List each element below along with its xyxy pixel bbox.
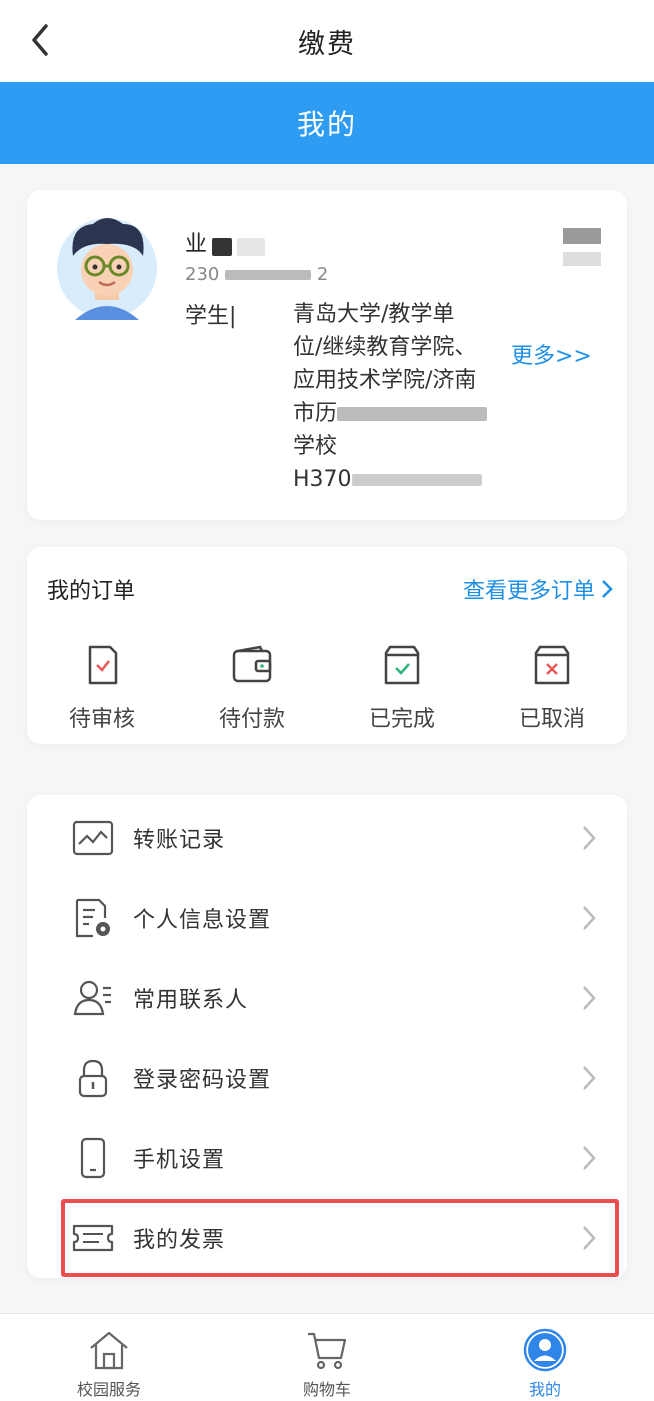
tab-mine[interactable]: 我的 xyxy=(436,1314,654,1401)
user-organization: 青岛大学/教学单 位/继续教育学院、 应用技术学院/济南 市历 学校 H370 xyxy=(293,298,513,496)
more-profile-link[interactable]: 更多>> xyxy=(511,338,592,370)
order-completed[interactable]: 已完成 xyxy=(327,643,477,733)
top-navbar: 缴费 xyxy=(0,0,654,82)
contact-icon xyxy=(73,980,111,1016)
menu-item-contacts[interactable]: 常用联系人 xyxy=(27,958,627,1038)
home-icon xyxy=(90,1331,128,1370)
redaction-mask xyxy=(563,228,603,270)
user-id: 230 2 xyxy=(185,264,329,285)
view-more-orders-link[interactable]: 查看更多订单 xyxy=(463,573,615,605)
section-header: 我的 xyxy=(0,82,654,164)
highlight-annotation xyxy=(61,1199,619,1277)
page-title: 缴费 xyxy=(298,28,356,60)
user-name: 业 xyxy=(185,226,275,257)
orders-card: 我的订单 查看更多订单 待审核 待付款 已完成 已取消 xyxy=(27,547,627,744)
chevron-left-icon xyxy=(32,24,48,56)
section-title: 我的 xyxy=(296,108,357,141)
phone-icon xyxy=(80,1137,106,1179)
avatar xyxy=(57,218,157,320)
order-cancelled[interactable]: 已取消 xyxy=(477,643,627,733)
tab-cart[interactable]: 购物车 xyxy=(218,1314,436,1401)
chevron-right-icon xyxy=(583,1146,596,1170)
redaction-mask xyxy=(225,270,312,280)
order-status-row: 待审核 待付款 已完成 已取消 xyxy=(27,643,627,733)
back-button[interactable] xyxy=(18,18,62,62)
lock-icon xyxy=(78,1059,108,1098)
profile-card: 业 230 2 学生| 青岛大学/教学单 位/继续教育学院、 应用技术学院/济南… xyxy=(27,190,627,520)
trend-chart-icon xyxy=(72,820,114,856)
orders-title: 我的订单 xyxy=(47,579,136,604)
cancelled-box-icon xyxy=(534,645,570,685)
user-icon xyxy=(523,1328,567,1372)
menu-item-login-password[interactable]: 登录密码设置 xyxy=(27,1038,627,1118)
menu-item-transfer-records[interactable]: 转账记录 xyxy=(27,798,627,878)
order-pending-review[interactable]: 待审核 xyxy=(27,643,177,733)
cart-icon xyxy=(308,1332,347,1370)
redaction-mask xyxy=(351,474,482,486)
document-gear-icon xyxy=(75,898,110,938)
pending-review-icon xyxy=(88,645,118,685)
redaction-mask xyxy=(212,237,233,256)
menu-item-phone-settings[interactable]: 手机设置 xyxy=(27,1118,627,1198)
completed-box-icon xyxy=(384,645,420,685)
redaction-mask xyxy=(237,237,266,256)
chevron-right-icon xyxy=(583,906,596,930)
wallet-icon xyxy=(232,645,272,683)
chevron-right-icon xyxy=(583,986,596,1010)
chevron-right-icon xyxy=(602,580,613,598)
user-role: 学生| xyxy=(185,304,237,329)
chevron-right-icon xyxy=(583,826,596,850)
chevron-right-icon xyxy=(583,1066,596,1090)
order-pending-payment[interactable]: 待付款 xyxy=(177,643,327,733)
bottom-tab-bar: 校园服务 购物车 我的 xyxy=(0,1313,654,1401)
tab-campus-services[interactable]: 校园服务 xyxy=(0,1314,218,1401)
redaction-mask xyxy=(337,407,488,421)
menu-item-personal-info[interactable]: 个人信息设置 xyxy=(27,878,627,958)
